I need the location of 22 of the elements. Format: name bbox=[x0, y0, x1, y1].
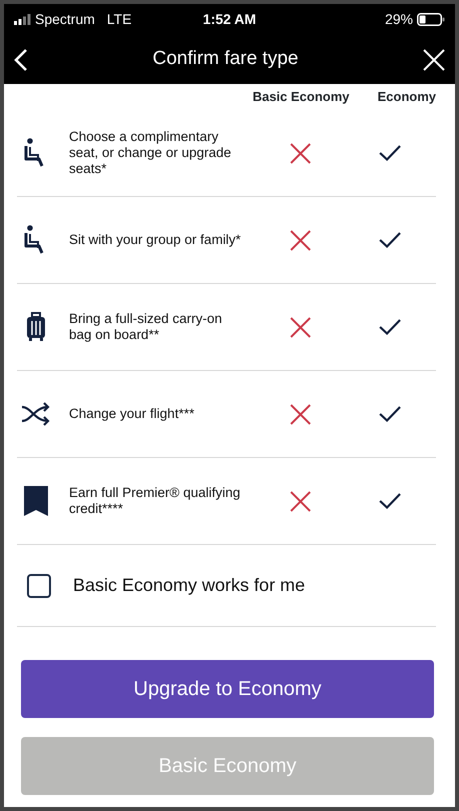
battery-percentage: 29% bbox=[384, 10, 413, 29]
upgrade-button[interactable]: Upgrade to Economy bbox=[21, 660, 434, 718]
feature-text: Earn full Premier® qualifying credit**** bbox=[69, 484, 241, 518]
feature-text: Bring a full-sized carry-on bag on board** bbox=[69, 310, 224, 344]
checkbox[interactable] bbox=[27, 574, 51, 598]
status-time: 1:52 AM bbox=[202, 10, 256, 29]
luggage-icon bbox=[26, 312, 46, 342]
checkbox-label[interactable]: Basic Economy works for me bbox=[73, 572, 306, 599]
network-type: LTE bbox=[106, 10, 132, 29]
back-icon[interactable] bbox=[14, 48, 28, 72]
close-icon[interactable] bbox=[422, 48, 445, 70]
feature-text: Change your flight*** bbox=[69, 406, 196, 422]
signal-icon bbox=[14, 14, 31, 25]
carrier-name: Spectrum bbox=[35, 10, 95, 29]
shuffle-icon bbox=[21, 402, 51, 426]
battery-icon bbox=[416, 13, 445, 26]
column-header: Economy bbox=[376, 88, 436, 106]
screen-title: Confirm fare type bbox=[152, 47, 298, 72]
column-header: Basic Economy bbox=[252, 88, 350, 106]
bookmark-icon bbox=[24, 486, 48, 516]
feature-text: Choose a complimentary seat, or change or upgrade seats* bbox=[69, 128, 232, 178]
feature-text: Sit with your group or family* bbox=[69, 232, 241, 248]
